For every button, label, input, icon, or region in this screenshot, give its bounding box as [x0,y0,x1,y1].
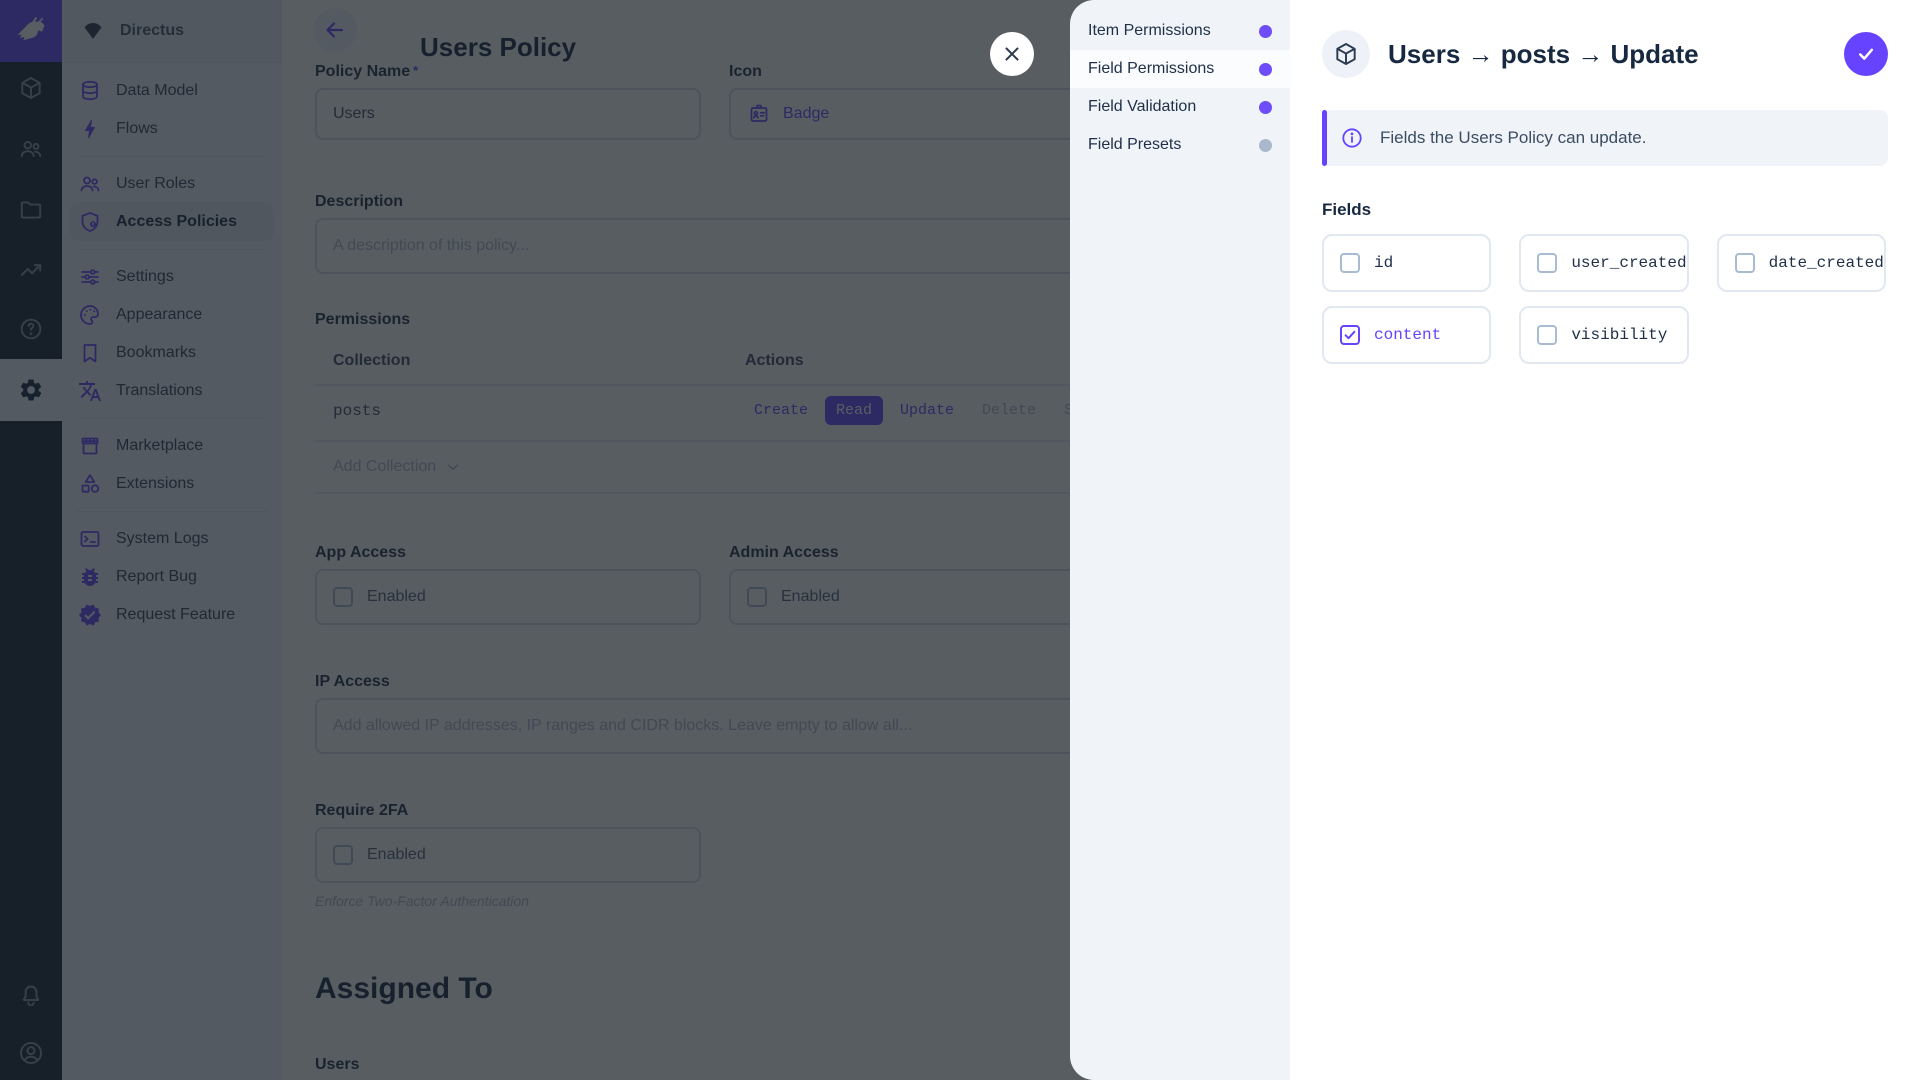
status-dot [1259,138,1272,152]
fields-heading: Fields [1322,200,1372,219]
notice-accent-bar [1322,110,1327,166]
checkbox [1734,253,1755,273]
drawer-tab-field-presets[interactable]: Field Presets [1070,126,1290,164]
status-dot [1259,62,1272,76]
field-checkbox-user-created[interactable]: user_created [1519,234,1689,292]
drawer-title: Users → posts → Update [1388,38,1699,69]
checkbox [1537,325,1558,345]
notice-text: Fields the Users Policy can update. [1380,128,1647,147]
save-button[interactable] [1844,32,1888,76]
check-icon [1856,44,1876,64]
drawer-nav: Item Permissions Field Permissions Field… [1070,0,1290,1080]
status-dot [1259,100,1272,114]
cube-icon [1333,41,1359,67]
fields-grid: id user_created date_created content vis… [1322,234,1886,364]
field-checkbox-content[interactable]: content [1322,306,1492,364]
info-icon [1340,126,1364,150]
field-checkbox-id[interactable]: id [1322,234,1492,292]
field-checkbox-date-created[interactable]: date_created [1716,234,1886,292]
collection-badge [1322,30,1370,78]
checkbox [1537,253,1558,273]
close-icon [1001,43,1023,65]
close-drawer-button[interactable] [990,32,1034,76]
checkbox-checked [1340,325,1360,345]
drawer-tab-field-validation[interactable]: Field Validation [1070,88,1290,126]
drawer-content: Users → posts → Update Fields the Users … [1290,0,1920,1080]
drawer-tab-field-permissions[interactable]: Field Permissions [1070,50,1290,88]
app-screen: Directus Data Model Flows User Roles Acc… [0,0,1920,1080]
field-checkbox-visibility[interactable]: visibility [1519,306,1689,364]
checkbox [1340,253,1360,273]
info-notice: Fields the Users Policy can update. [1322,110,1888,166]
drawer-header: Users → posts → Update [1322,30,1888,78]
drawer-tab-item-permissions[interactable]: Item Permissions [1070,12,1290,50]
permissions-drawer: Item Permissions Field Permissions Field… [1070,0,1920,1080]
status-dot [1259,24,1272,38]
